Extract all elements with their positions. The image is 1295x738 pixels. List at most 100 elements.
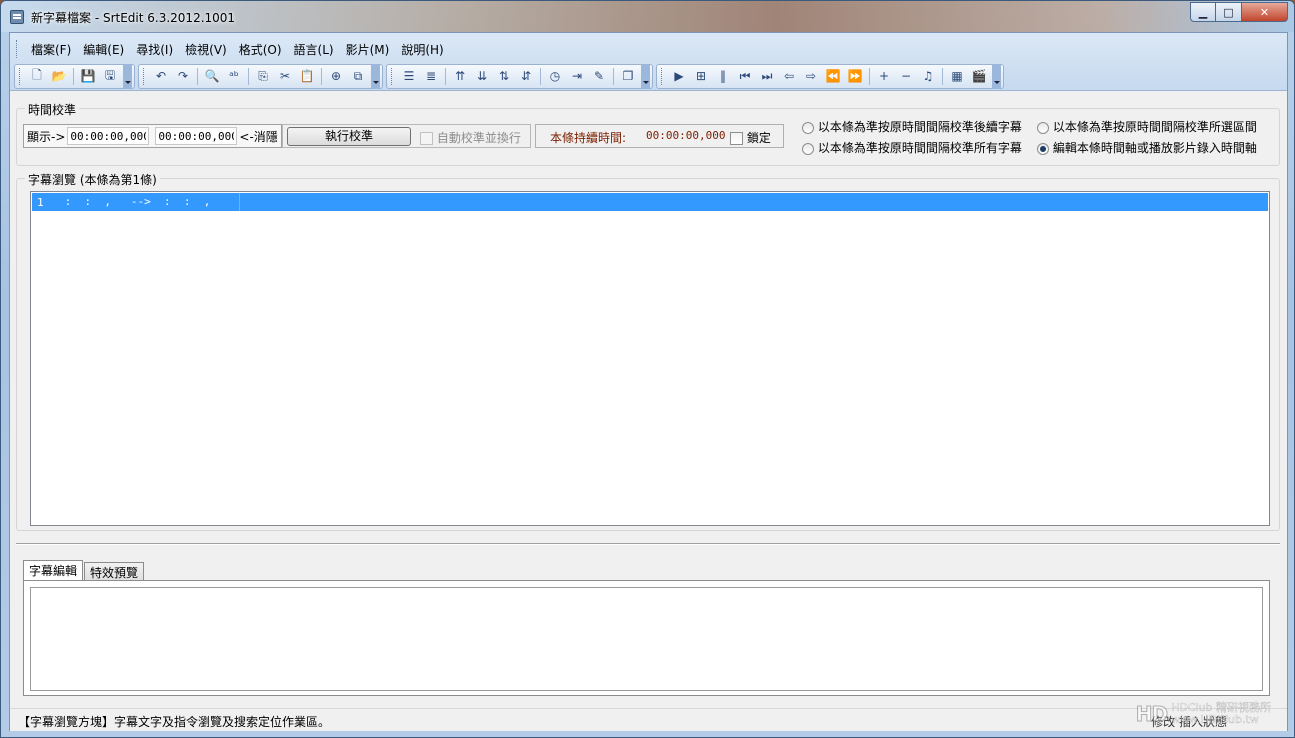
app-icon[interactable] (10, 10, 24, 24)
radio-calibrate-all-dot[interactable] (802, 142, 814, 155)
title-bar[interactable]: 新字幕檔案 - SrtEdit 6.3.2012.1001 ▁ □ ✕ (1, 1, 1294, 32)
lock-checkbox[interactable]: 鎖定 (730, 129, 771, 146)
clock-icon[interactable]: ◷ (544, 66, 566, 87)
replace-icon[interactable]: ᵃᵇ (223, 66, 245, 87)
toolbar-grip[interactable] (661, 67, 664, 85)
toolbar-separator (248, 67, 249, 85)
auto-calibrate-label: 自動校準並換行 (436, 131, 521, 145)
tab-effect-preview[interactable]: 特效預覽 (84, 562, 145, 580)
radio-edit-timeline-label: 編輯本條時間軸或播放影片錄入時間軸 (1052, 141, 1257, 155)
subtitle-edit-textarea[interactable] (30, 587, 1263, 691)
fast-forward-icon[interactable]: ⏩ (844, 66, 866, 87)
client-area: 檔案(F) 編輯(E) 尋找(I) 檢視(V) 格式(O) 語言(L) 影片(M… (9, 32, 1288, 731)
align-left-icon[interactable]: ☰ (398, 66, 420, 87)
end-time-input[interactable] (155, 127, 238, 145)
execute-calibration-button[interactable]: 執行校準 (287, 127, 411, 146)
move-down-icon[interactable]: ⇵ (515, 66, 537, 87)
radio-calibrate-selection[interactable]: 以本條為準按原時間間隔校準所選區間 (1037, 118, 1257, 135)
radio-edit-timeline[interactable]: 編輯本條時間軸或播放影片錄入時間軸 (1037, 139, 1257, 156)
toolbar-overflow-button[interactable] (641, 63, 650, 89)
film-icon[interactable]: ▦ (946, 66, 968, 87)
time-display-box: 顯示-> <-消隱 (23, 124, 282, 148)
insert-clip-icon[interactable]: ⊕ (325, 66, 347, 87)
new-file-icon[interactable]: 🗋 (26, 66, 48, 87)
toolbar-grip[interactable] (143, 67, 146, 85)
splitter[interactable] (16, 543, 1280, 545)
menu-find[interactable]: 尋找(I) (130, 39, 179, 60)
auto-calibrate-checkbox[interactable]: 自動校準並換行 (420, 129, 521, 146)
maximize-button[interactable]: □ (1216, 2, 1242, 22)
menu-help[interactable]: 說明(H) (395, 39, 449, 60)
toolbar-overflow-button[interactable] (123, 63, 132, 89)
open-folder-icon[interactable]: 📂 (48, 66, 70, 87)
insert-after-icon[interactable]: ⇊ (471, 66, 493, 87)
tool-icon[interactable]: ✎ (588, 66, 610, 87)
play-icon[interactable]: ▶ (668, 66, 690, 87)
save-as-icon[interactable]: 🖫 (99, 66, 121, 87)
toolbar-separator (445, 67, 446, 85)
lock-label: 鎖定 (746, 131, 771, 145)
menu-file[interactable]: 檔案(F) (25, 39, 77, 60)
last-icon[interactable]: ⏭ (756, 66, 778, 87)
pause-icon[interactable]: ‖ (712, 66, 734, 87)
radio-calibrate-following[interactable]: 以本條為準按原時間間隔校準後續字幕 (802, 118, 1022, 135)
radio-calibrate-following-dot[interactable] (802, 121, 814, 134)
editor-tabs: 字幕編輯 特效預覽 (23, 560, 145, 581)
minimize-button[interactable]: ▁ (1190, 2, 1216, 22)
step-back-icon[interactable]: ⇦ (778, 66, 800, 87)
close-button[interactable]: ✕ (1242, 2, 1288, 22)
cut-icon[interactable]: ✂ (274, 66, 296, 87)
toolbar-overflow-button[interactable] (992, 63, 1001, 89)
paste-icon[interactable]: 📋 (296, 66, 318, 87)
toolbar-separator (942, 67, 943, 85)
undo-icon[interactable]: ↶ (150, 66, 172, 87)
subtitle-browse-title: 字幕瀏覽 (本條為第1條) (25, 171, 160, 188)
toolbar-edit: ↶ ↷ 🔍 ᵃᵇ ⎘ ✂ 📋 ⊕ ⧉ (138, 63, 383, 89)
paste-special-icon[interactable]: ⧉ (347, 66, 369, 87)
menu-bar: 檔案(F) 編輯(E) 尋找(I) 檢視(V) 格式(O) 語言(L) 影片(M… (16, 38, 450, 60)
menu-format[interactable]: 格式(O) (233, 39, 288, 60)
app-window: 新字幕檔案 - SrtEdit 6.3.2012.1001 ▁ □ ✕ 檔案(F… (0, 0, 1295, 738)
first-icon[interactable]: ⏮ (734, 66, 756, 87)
move-up-icon[interactable]: ⇅ (493, 66, 515, 87)
radio-calibrate-all-label: 以本條為準按原時間間隔校準所有字幕 (817, 141, 1022, 155)
frame-icon[interactable]: ⊞ (690, 66, 712, 87)
menu-view[interactable]: 檢視(V) (179, 39, 233, 60)
start-time-input[interactable] (67, 127, 150, 145)
cancel-hide-label[interactable]: <-消隱 (238, 128, 278, 145)
find-binoculars-icon[interactable]: 🔍 (201, 66, 223, 87)
row-number: 1 (37, 195, 44, 209)
table-row[interactable]: 1 : : , --> : : , (32, 193, 1268, 211)
music-note-icon[interactable]: ♫ (917, 66, 939, 87)
step-forward-icon[interactable]: ⇨ (800, 66, 822, 87)
menu-video[interactable]: 影片(M) (340, 39, 396, 60)
plus-icon[interactable]: + (873, 66, 895, 87)
minus-icon[interactable]: − (895, 66, 917, 87)
tab-subtitle-edit[interactable]: 字幕編輯 (23, 560, 84, 581)
menu-grip[interactable] (16, 40, 19, 58)
align-justify-icon[interactable]: ≣ (420, 66, 442, 87)
time-calibration-title: 時間校準 (25, 101, 80, 118)
save-icon[interactable]: 💾 (77, 66, 99, 87)
watermark-logo: HD (1135, 702, 1168, 727)
redo-icon[interactable]: ↷ (172, 66, 194, 87)
auto-calibrate-box[interactable] (420, 132, 433, 145)
window-icon[interactable]: ❐ (617, 66, 639, 87)
subtitle-list[interactable]: 1 : : , --> : : , (30, 191, 1270, 526)
clapper-icon[interactable]: 🎬 (968, 66, 990, 87)
radio-calibrate-selection-dot[interactable] (1037, 121, 1049, 134)
copy-icon[interactable]: ⎘ (252, 66, 274, 87)
menu-edit[interactable]: 編輯(E) (77, 39, 130, 60)
rewind-icon[interactable]: ⏪ (822, 66, 844, 87)
toolbar-grip[interactable] (19, 67, 22, 85)
lock-box[interactable] (730, 132, 743, 145)
toolbar-overflow-button[interactable] (371, 63, 380, 89)
radio-edit-timeline-dot[interactable] (1037, 142, 1049, 155)
insert-before-icon[interactable]: ⇈ (449, 66, 471, 87)
goto-icon[interactable]: ⇥ (566, 66, 588, 87)
toolbar-grip[interactable] (391, 67, 394, 85)
menu-language[interactable]: 語言(L) (288, 39, 340, 60)
radio-calibrate-all[interactable]: 以本條為準按原時間間隔校準所有字幕 (802, 139, 1022, 156)
watermark-text: HDClub 精研視務所 www.HDClub.tw (1171, 701, 1271, 726)
display-label: 顯示-> (27, 129, 66, 144)
